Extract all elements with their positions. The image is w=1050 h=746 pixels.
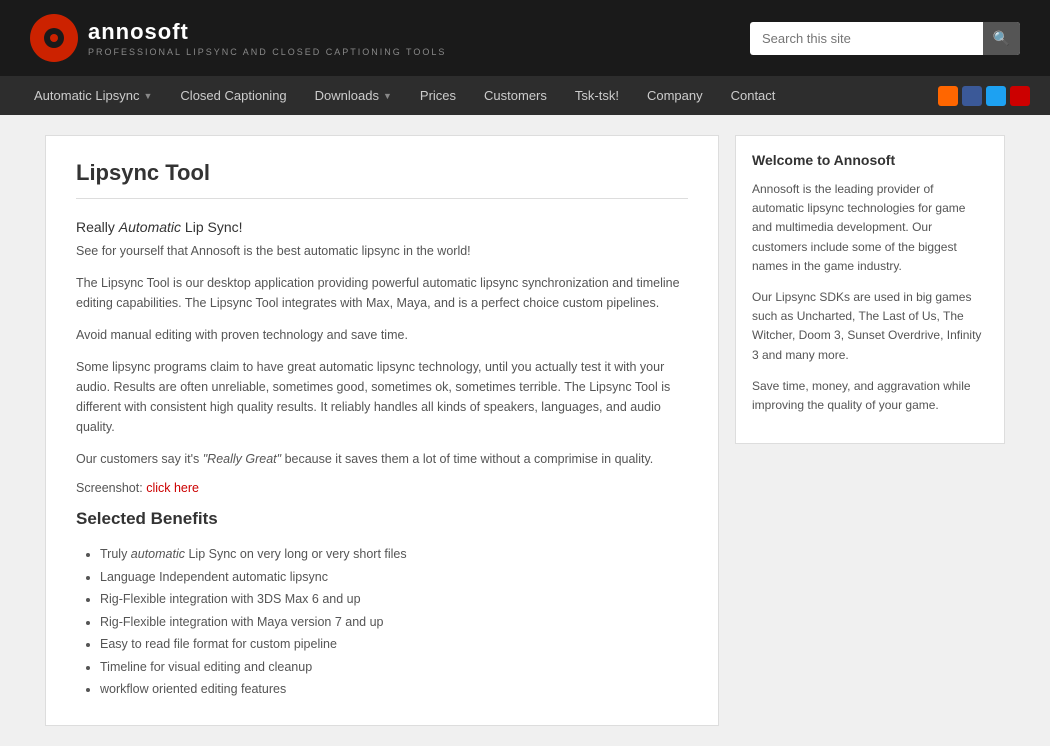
screenshot-line: Screenshot: click here (76, 481, 688, 495)
nav-item-lipsync[interactable]: Automatic Lipsync ▼ (20, 76, 166, 115)
content-area: Lipsync Tool Really Automatic Lip Sync! … (45, 135, 719, 726)
welcome-title: Welcome to Annosoft (752, 152, 988, 168)
logo-text-area: annosoft PROFESSIONAL LIPSYNC AND CLOSED… (88, 19, 446, 57)
nav-item-contact[interactable]: Contact (717, 76, 790, 115)
nav-item-company[interactable]: Company (633, 76, 717, 115)
benefit-item-6: Timeline for visual editing and cleanup (100, 656, 688, 679)
facebook-icon[interactable] (962, 86, 982, 106)
title-divider (76, 198, 688, 199)
logo-text: annosoft (88, 19, 446, 45)
welcome-para3: Save time, money, and aggravation while … (752, 377, 988, 415)
rss-icon[interactable] (938, 86, 958, 106)
benefit-item-2: Language Independent automatic lipsync (100, 566, 688, 589)
welcome-para1: Annosoft is the leading provider of auto… (752, 180, 988, 276)
main-content: Lipsync Tool Really Automatic Lip Sync! … (35, 135, 1015, 726)
benefit-item-3: Rig-Flexible integration with 3DS Max 6 … (100, 588, 688, 611)
nav-item-customers[interactable]: Customers (470, 76, 561, 115)
para3: Some lipsync programs claim to have grea… (76, 357, 688, 437)
nav-arrow-lipsync: ▼ (144, 91, 153, 101)
nav-item-prices[interactable]: Prices (406, 76, 470, 115)
logo-area: annosoft PROFESSIONAL LIPSYNC AND CLOSED… (30, 14, 446, 62)
nav-arrow-downloads: ▼ (383, 91, 392, 101)
benefits-title: Selected Benefits (76, 509, 688, 529)
page-title: Lipsync Tool (76, 160, 688, 186)
search-button[interactable]: 🔍 (983, 22, 1020, 55)
nav-item-downloads[interactable]: Downloads ▼ (301, 76, 406, 115)
benefit-item-4: Rig-Flexible integration with Maya versi… (100, 611, 688, 634)
header: annosoft PROFESSIONAL LIPSYNC AND CLOSED… (0, 0, 1050, 76)
para4: Our customers say it's "Really Great" be… (76, 449, 688, 469)
benefit-item-7: workflow oriented editing features (100, 678, 688, 701)
benefit-item-1: Truly automatic Lip Sync on very long or… (100, 543, 688, 566)
intro-text: See for yourself that Annosoft is the be… (76, 241, 688, 261)
youtube-icon[interactable] (1010, 86, 1030, 106)
para2: Avoid manual editing with proven technol… (76, 325, 688, 345)
benefit-item-5: Easy to read file format for custom pipe… (100, 633, 688, 656)
search-input[interactable] (750, 23, 983, 54)
twitter-icon[interactable] (986, 86, 1006, 106)
screenshot-link[interactable]: click here (146, 481, 199, 495)
search-area: 🔍 (750, 22, 1020, 55)
para1: The Lipsync Tool is our desktop applicat… (76, 273, 688, 313)
welcome-para2: Our Lipsync SDKs are used in big games s… (752, 288, 988, 365)
subtitle: Really Automatic Lip Sync! (76, 219, 688, 235)
tagline: PROFESSIONAL LIPSYNC AND CLOSED CAPTIONI… (88, 47, 446, 57)
welcome-box: Welcome to Annosoft Annosoft is the lead… (735, 135, 1005, 444)
logo-icon (30, 14, 78, 62)
sidebar: Welcome to Annosoft Annosoft is the lead… (735, 135, 1005, 726)
nav-links: Automatic Lipsync ▼ Closed Captioning Do… (20, 76, 789, 115)
social-icons (938, 86, 1030, 106)
nav-item-closed-captioning[interactable]: Closed Captioning (166, 76, 300, 115)
main-nav: Automatic Lipsync ▼ Closed Captioning Do… (0, 76, 1050, 115)
nav-item-tsktsk[interactable]: Tsk-tsk! (561, 76, 633, 115)
